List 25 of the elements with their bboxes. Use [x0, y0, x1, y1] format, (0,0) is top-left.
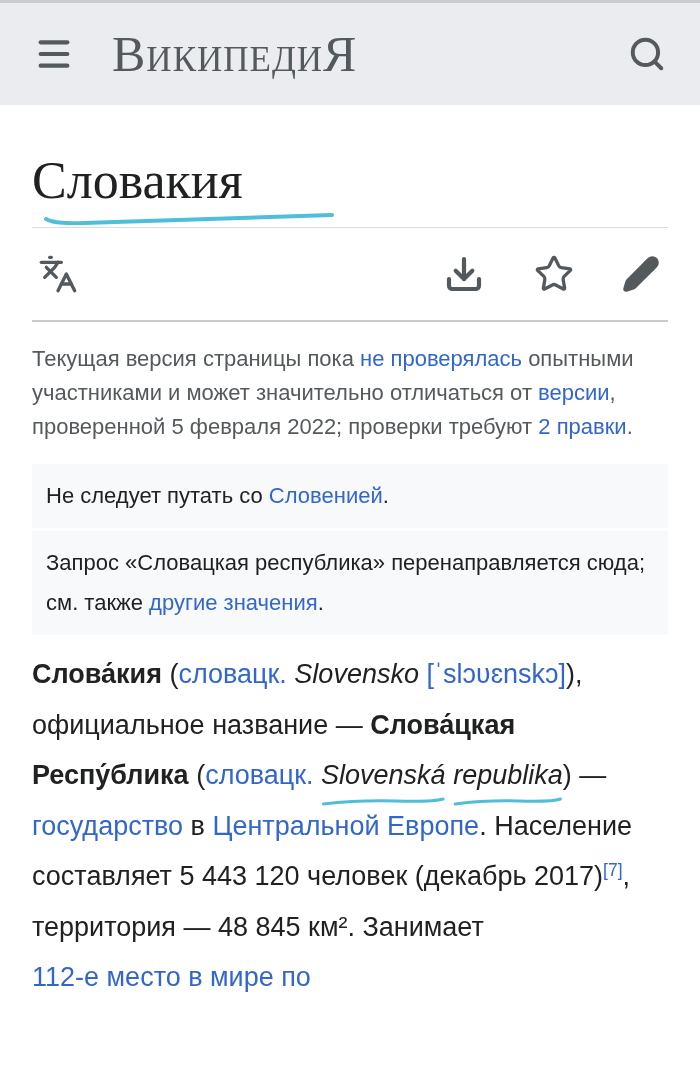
- link[interactable]: Центральной: [212, 810, 380, 841]
- link[interactable]: другие: [149, 590, 218, 615]
- review-notice: Текущая версия страницы пока не проверялась опытными участниками и может значительно отличаться от версии, проверенной 5 февраля 2022; проверки требуют 2 правки.: [32, 345, 635, 441]
- link[interactable]: Словенией: [268, 483, 383, 508]
- link[interactable]: 2 правки: [538, 414, 627, 439]
- footnote-link[interactable]: [7]: [603, 860, 623, 881]
- language-button[interactable]: [38, 254, 78, 294]
- link[interactable]: словацк.: [205, 760, 314, 790]
- link[interactable]: 112-е место в мире по: [32, 962, 311, 992]
- link[interactable]: государство: [32, 810, 184, 841]
- link[interactable]: версии: [538, 380, 610, 405]
- hatnote: Запрос «Словацкая республика» перенаправляется сюда; см. также другие значения.: [32, 531, 668, 635]
- hatnote: Не следует путать со Словенией.: [32, 464, 668, 528]
- article-paragraph: Слова́кия (словацк. Slovensko [ˈslɔʋɛnskɔ]), официальное название — Слова́цкая Респу́блика (словацк. Slovenská republika) — государство в Центральной Европе. Население составляет 5 443 120 человек (декабрь 2017)$^{[7]}$, территория — 48 845 км². Занимает 112-е место в мире по: [32, 658, 634, 994]
- edit-button[interactable]: [622, 255, 660, 293]
- download-button[interactable]: [444, 254, 484, 294]
- site-logo: ВикипедиЯ: [112, 24, 358, 84]
- link[interactable]: словацк.: [178, 659, 287, 689]
- link[interactable]: значения: [223, 590, 318, 615]
- page-title: Словакия: [32, 149, 243, 213]
- link[interactable]: не проверялась: [360, 346, 522, 371]
- search-button[interactable]: [628, 35, 666, 73]
- link[interactable]: Европе: [387, 810, 480, 841]
- watch-star-button[interactable]: [534, 254, 574, 294]
- link[interactable]: [ˈslɔʋɛnskɔ]: [426, 659, 567, 689]
